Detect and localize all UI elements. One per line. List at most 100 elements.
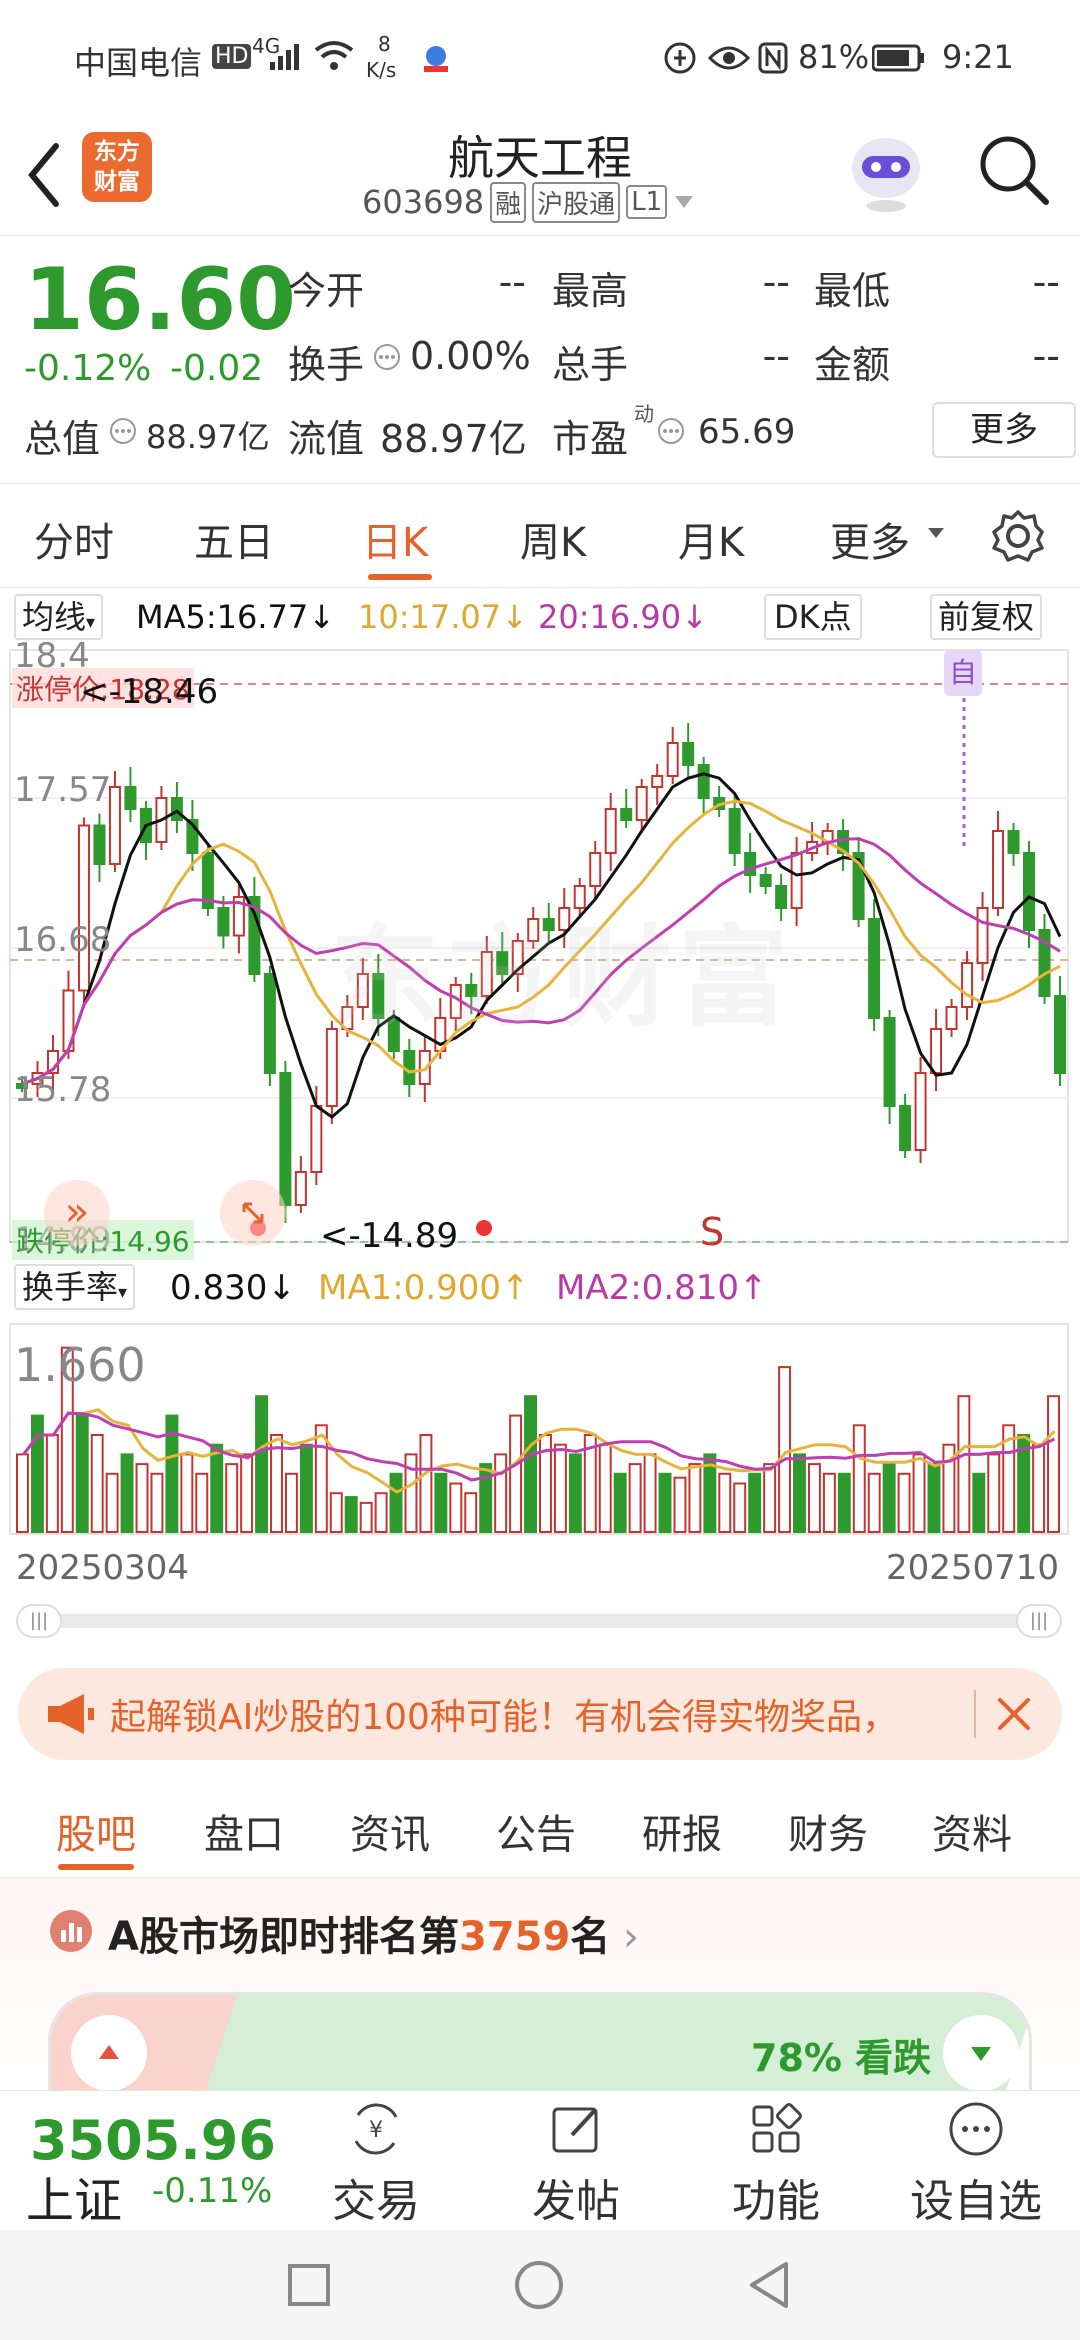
bear-vote-button[interactable] (943, 2015, 1019, 2090)
tab-pankou[interactable]: 盘口 (204, 1802, 284, 1860)
turnover-info-icon[interactable] (372, 342, 402, 372)
tab-news[interactable]: 资讯 (350, 1802, 430, 1860)
chart-scrollbar[interactable] (18, 1614, 1062, 1628)
pe-info-icon[interactable] (656, 416, 686, 446)
volume-bar-33 (509, 1414, 523, 1533)
watermark: 东方财富 (330, 914, 794, 1042)
tab-weekly-k[interactable]: 周K (520, 510, 586, 568)
volume-bar-56 (852, 1424, 866, 1533)
tab-five-day[interactable]: 五日 (194, 510, 274, 568)
candle-body-25 (403, 1050, 416, 1085)
banner-divider (974, 1690, 976, 1738)
search-icon[interactable] (976, 132, 1052, 208)
add-watchlist-button[interactable]: 设自选 (896, 2099, 1056, 2229)
volume-bar-16 (255, 1395, 269, 1534)
volume-bar-41 (628, 1463, 642, 1533)
signal-dot-2 (476, 1220, 492, 1236)
back-icon[interactable] (744, 2258, 794, 2312)
candle-body-37 (589, 852, 602, 887)
pe-label: 市盈 (552, 417, 629, 461)
functions-label: 功能 (732, 2176, 820, 2227)
active-tab-indicator (368, 574, 432, 580)
edit-icon (552, 2107, 598, 2153)
min-price-marker: <-14.89 (320, 1216, 459, 1256)
tab-daily-k[interactable]: 日K (362, 510, 428, 568)
nfc-icon (758, 42, 788, 74)
volume-bar-60 (912, 1453, 926, 1534)
home-icon[interactable] (512, 2258, 566, 2312)
ma-selector-label: 均线 (22, 598, 87, 636)
kline-chart-area[interactable]: 涨停价:18.28 跌停价:14.96 18.4 17.57 16.68 15.… (0, 636, 1080, 1668)
robot-assistant-icon[interactable] (846, 128, 926, 214)
volume-bar-18 (284, 1472, 298, 1533)
candle-body-48 (759, 874, 772, 887)
status-bar: 中国电信 HD 4G 8 K/s 81% 9:21 (0, 0, 1080, 118)
bottom-action-bar: 3505.96 上证 -0.11% ¥ 交易 发帖 功能 设自选 (0, 2090, 1080, 2230)
volume-bar-51 (778, 1366, 792, 1533)
candle-body-61 (961, 962, 974, 1008)
signal-icon (270, 44, 299, 70)
total-mv-info-icon[interactable] (108, 416, 138, 446)
rank-text[interactable]: A股市场即时排名第3759名 › (108, 1904, 639, 1962)
tab-monthly-k[interactable]: 月K (678, 510, 744, 568)
volume-bar-13 (210, 1443, 224, 1534)
volume-bar-39 (598, 1443, 612, 1534)
settings-gear-icon[interactable] (990, 508, 1046, 564)
functions-button[interactable]: 功能 (696, 2099, 856, 2229)
adjust-price-button[interactable]: 前复权 (930, 594, 1043, 640)
volume-bar-68 (1032, 1443, 1046, 1534)
triangle-up-icon (99, 2045, 119, 2059)
system-nav-bar (0, 2230, 1080, 2340)
low-label: 最低 (814, 269, 891, 313)
ma-selector[interactable]: 均线▾ (14, 594, 104, 640)
scroll-handle-left[interactable]: ||| (16, 1604, 62, 1638)
tab-profile[interactable]: 资料 (932, 1802, 1012, 1860)
volume-bar-61 (927, 1463, 941, 1533)
more-button[interactable]: 更多 (932, 402, 1076, 458)
stock-code-row[interactable]: 603698 融 沪股通 L1 (362, 181, 695, 223)
back-arrow-icon[interactable] (24, 140, 64, 210)
tab-guba[interactable]: 股吧 (56, 1802, 136, 1860)
volume-bar-53 (807, 1463, 821, 1533)
candle-body-4 (77, 824, 90, 992)
bull-vote-button[interactable] (71, 2015, 147, 2090)
post-label: 发帖 (532, 2176, 620, 2227)
close-icon[interactable] (990, 1690, 1038, 1738)
pe-sup: 动 (634, 402, 654, 426)
quote-panel: 16.60 -0.12% -0.02 今开 -- 最高 -- 最低 -- 换手 … (0, 236, 1080, 484)
net-speed-value: 8 (378, 32, 391, 56)
candle-body-58 (914, 1072, 927, 1151)
candle-body-62 (976, 907, 989, 964)
last-price: 16.60 (24, 250, 297, 350)
tab-more[interactable]: 更多 (830, 510, 910, 568)
tab-intraday[interactable]: 分时 (34, 510, 114, 568)
recent-apps-icon[interactable] (284, 2260, 334, 2310)
scroll-handle-right[interactable]: ||| (1016, 1604, 1062, 1638)
dk-point-button[interactable]: DK点 (764, 594, 862, 640)
trade-button[interactable]: ¥ 交易 (296, 2099, 456, 2229)
promo-banner[interactable]: 起解锁AI炒股的100种可能！有机会得实物奖品， (18, 1668, 1062, 1760)
tab-finance[interactable]: 财务 (788, 1802, 868, 1860)
vol-ma2-value: MA2:0.810↑ (556, 1268, 768, 1308)
tab-announcements[interactable]: 公告 (496, 1802, 576, 1860)
info-tab-indicator (58, 1864, 134, 1870)
candle-body-38 (604, 808, 617, 854)
turnover-value: 0.00% (410, 334, 531, 378)
kline-svg[interactable] (0, 648, 1080, 1668)
expand-sidebar-icon[interactable]: » (44, 1180, 110, 1246)
net-speed-unit: K/s (366, 58, 397, 82)
y-label-3: 16.68 (14, 920, 112, 960)
post-button[interactable]: 发帖 (496, 2099, 656, 2229)
fullscreen-icon[interactable] (220, 1180, 286, 1246)
tab-research[interactable]: 研报 (642, 1802, 722, 1860)
volume-bar-4 (75, 1414, 89, 1533)
self-select-tag[interactable]: 自 (944, 650, 982, 696)
indicator-selector[interactable]: 换手率▾ (14, 1264, 136, 1310)
eastmoney-logo[interactable]: 东方 财富 (82, 132, 152, 202)
volume-bar-14 (225, 1463, 239, 1533)
stock-header: 东方 财富 航天工程 603698 融 沪股通 L1 (0, 118, 1080, 236)
pe-value: 65.69 (698, 412, 796, 452)
volume-bar-54 (822, 1472, 836, 1533)
candle-body-7 (124, 786, 137, 810)
badge-hk-connect: 沪股通 (532, 181, 621, 223)
